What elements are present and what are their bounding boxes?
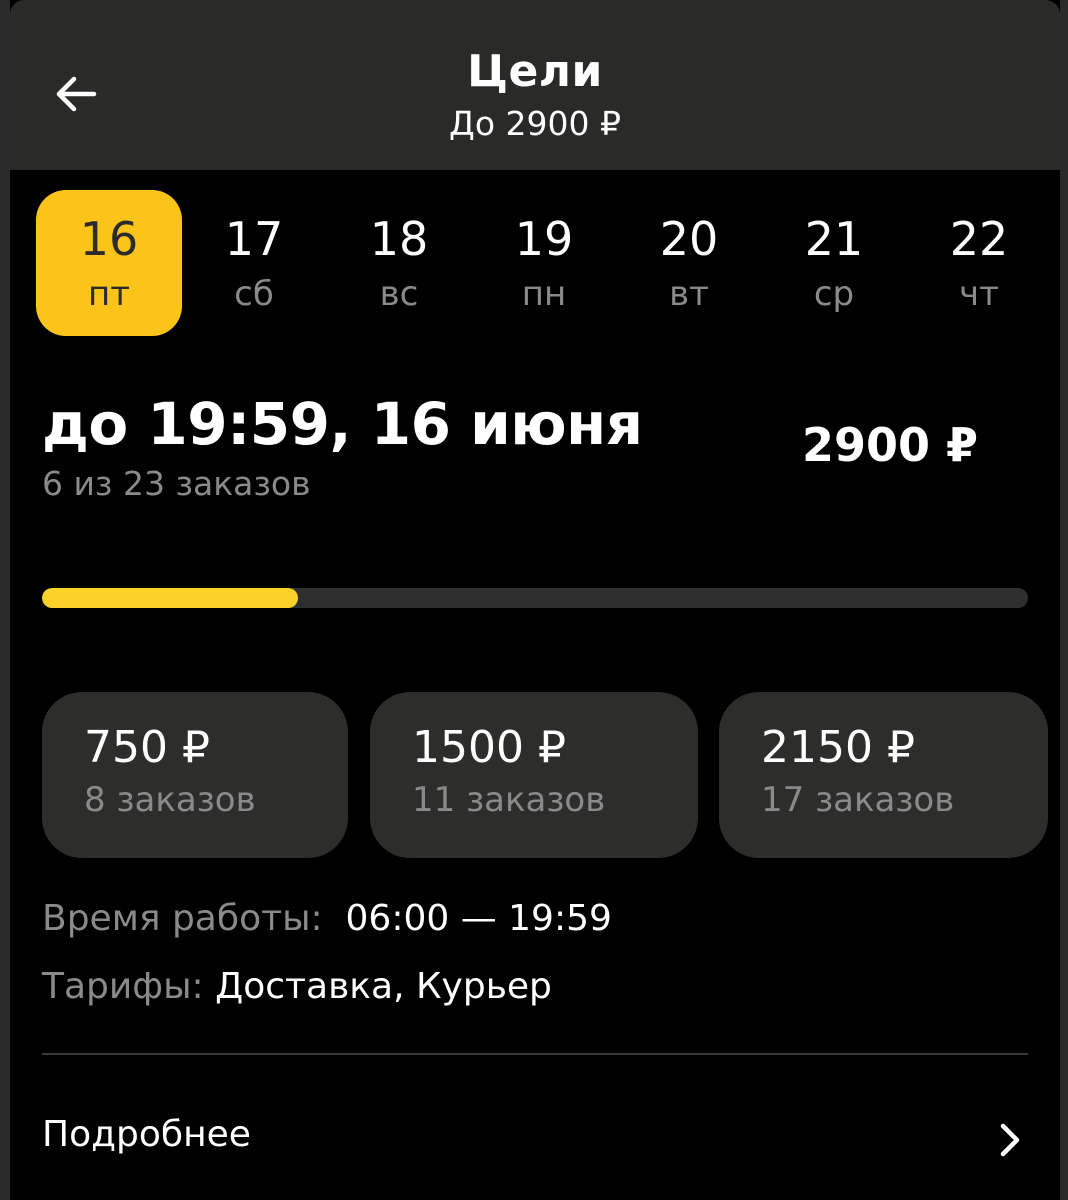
day-tab-16[interactable]: 16 пт (36, 190, 182, 336)
goal-deadline: до 19:59, 16 июня (42, 390, 643, 458)
tariffs-value: Доставка, Курьер (215, 966, 552, 1007)
working-hours-value: 06:00 — 19:59 (345, 898, 612, 939)
tier-amount: 750 ₽ (84, 722, 210, 773)
working-hours-label: Время работы: (42, 898, 323, 939)
day-tab-18[interactable]: 18 вс (326, 190, 472, 336)
reward-tiers: 750 ₽ 8 заказов 1500 ₽ 11 заказов 2150 ₽… (42, 692, 1048, 858)
page-subtitle: До 2900 ₽ (449, 104, 621, 143)
device-edge-left (0, 0, 10, 1200)
device-edge-right (1060, 0, 1068, 1200)
goal-orders-progress: 6 из 23 заказов (42, 464, 311, 503)
tier-card-2150[interactable]: 2150 ₽ 17 заказов (719, 692, 1048, 858)
top-app-bar: Цели До 2900 ₽ (10, 0, 1060, 170)
tier-amount: 1500 ₽ (412, 722, 566, 773)
day-weekday: чт (959, 274, 999, 314)
working-hours-row: Время работы: 06:00 — 19:59 (42, 898, 612, 939)
day-tab-22[interactable]: 22 чт (906, 190, 1052, 336)
day-number: 18 (369, 212, 429, 266)
day-number: 22 (949, 212, 1009, 266)
tier-orders: 8 заказов (84, 780, 256, 820)
day-weekday: вс (379, 274, 419, 314)
day-tab-17[interactable]: 17 сб (181, 190, 327, 336)
goal-amount: 2900 ₽ (801, 418, 978, 472)
tier-orders: 11 заказов (412, 780, 606, 820)
day-weekday: пт (87, 274, 131, 314)
goal-progress-fill (42, 588, 299, 608)
divider (42, 1053, 1028, 1055)
day-weekday: ср (813, 274, 855, 314)
details-row[interactable]: Подробнее (10, 1090, 1060, 1190)
day-tab-20[interactable]: 20 вт (616, 190, 762, 336)
goal-progress-bar (42, 588, 1028, 608)
day-tab-21[interactable]: 21 ср (761, 190, 907, 336)
day-number: 21 (804, 212, 864, 266)
chevron-right-icon (1000, 1123, 1020, 1157)
day-number: 16 (79, 212, 139, 266)
day-weekday: вт (669, 274, 709, 314)
page-title: Цели (467, 46, 603, 97)
tier-card-1500[interactable]: 1500 ₽ 11 заказов (370, 692, 698, 858)
details-label: Подробнее (42, 1114, 251, 1155)
day-selector: 16 пт 17 сб 18 вс 19 пн 20 вт 21 ср 22 ч… (36, 190, 1060, 336)
tier-orders: 17 заказов (761, 780, 955, 820)
day-weekday: пн (521, 274, 567, 314)
goals-page: Цели До 2900 ₽ 16 пт 17 сб 18 вс 19 пн 2… (10, 0, 1060, 1200)
tier-card-750[interactable]: 750 ₽ 8 заказов (42, 692, 348, 858)
day-tab-19[interactable]: 19 пн (471, 190, 617, 336)
day-number: 19 (514, 212, 574, 266)
tariffs-label: Тарифы: (42, 966, 204, 1007)
day-number: 20 (659, 212, 719, 266)
day-number: 17 (224, 212, 284, 266)
tier-amount: 2150 ₽ (761, 722, 915, 773)
tariffs-row: Тарифы: Доставка, Курьер (42, 966, 552, 1007)
day-weekday: сб (234, 274, 274, 314)
app-screen: Цели До 2900 ₽ 16 пт 17 сб 18 вс 19 пн 2… (0, 0, 1068, 1200)
